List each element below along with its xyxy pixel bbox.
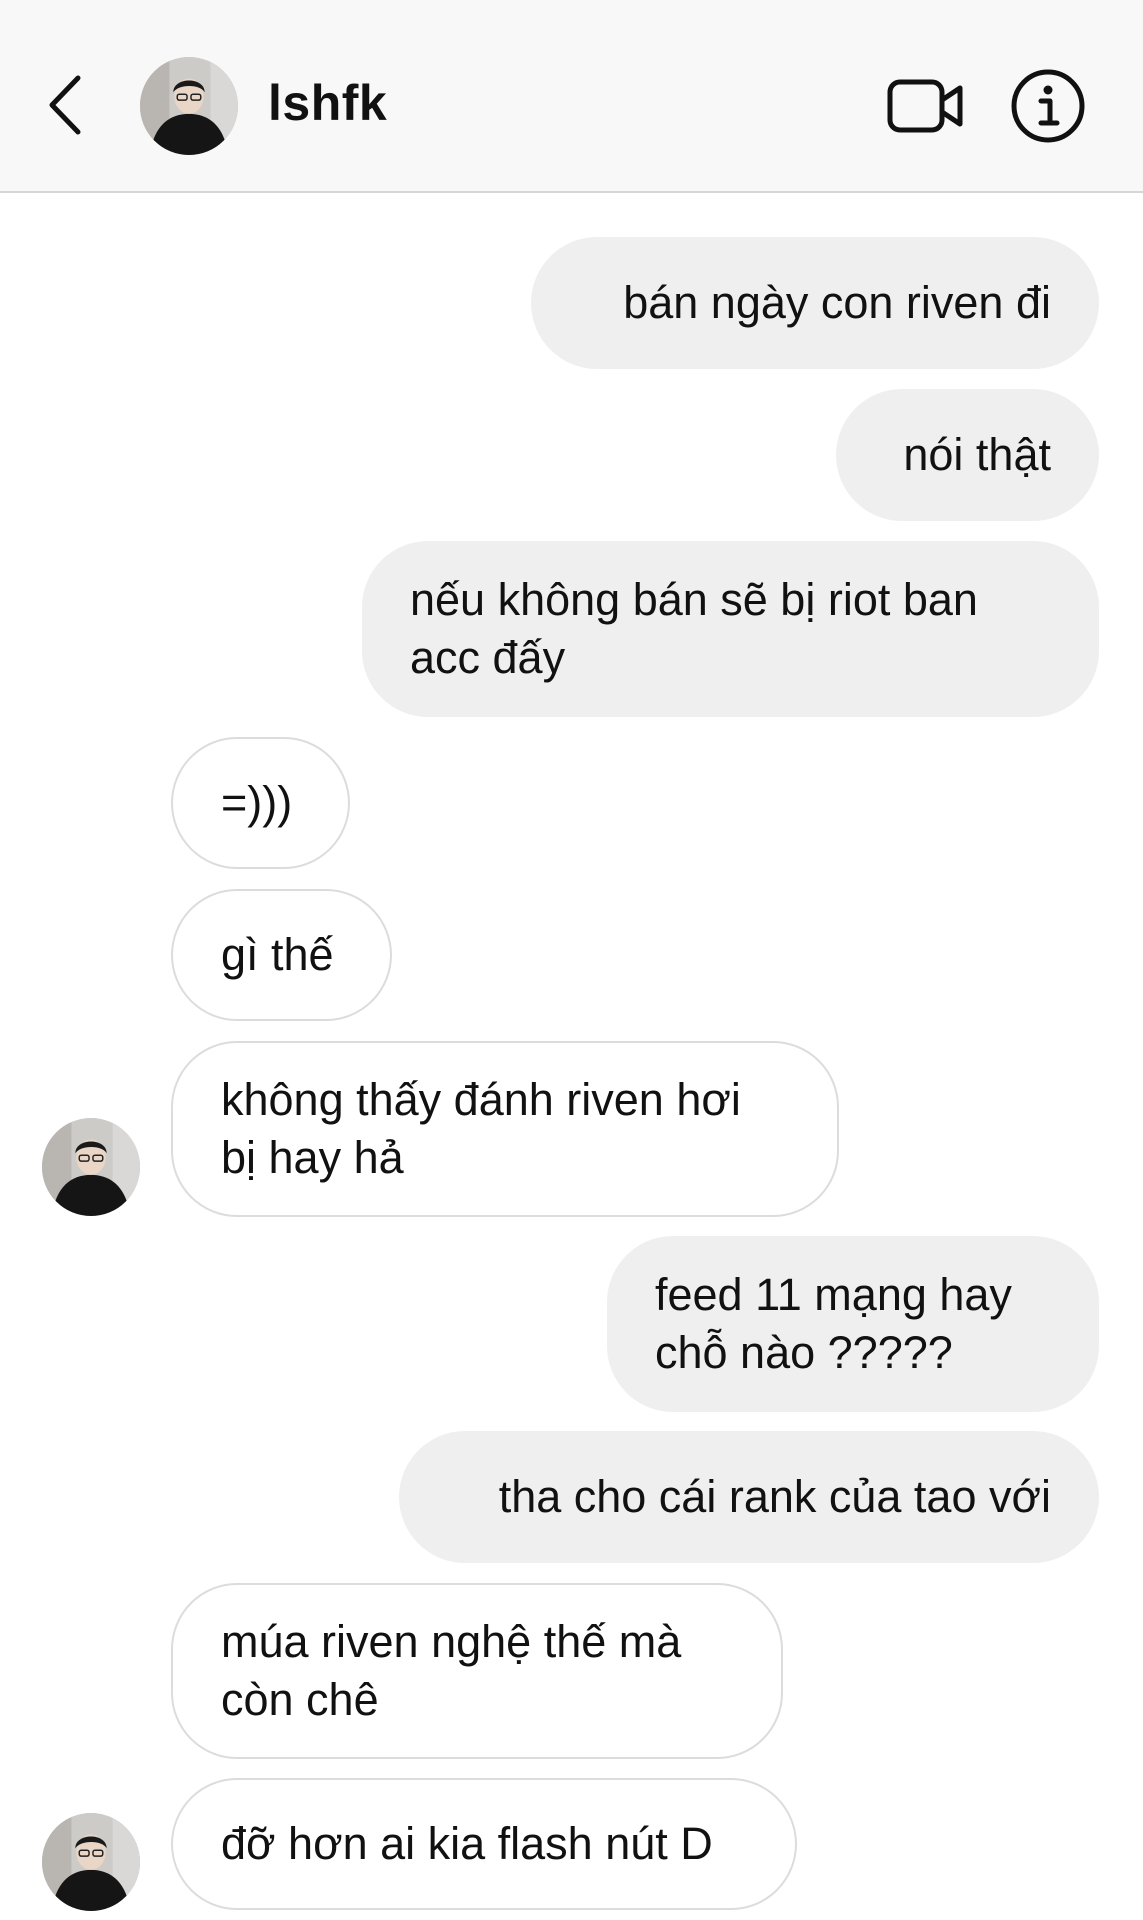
message-text: đỡ hơn ai kia flash nút D [221,1818,713,1869]
chat-header: lshfk [0,0,1143,193]
message-bubble-received[interactable]: không thấy đánh riven hơi bị hay hả [171,1041,839,1217]
info-icon [1011,69,1085,143]
message-bubble-received[interactable]: múa riven nghệ thế mà còn chê [171,1583,783,1759]
message-bubble-sent[interactable]: nếu không bán sẽ bị riot ban acc đấy [362,541,1099,717]
video-call-button[interactable] [886,76,966,136]
message-text: =))) [221,777,293,828]
message-bubble-received[interactable]: gì thế [171,889,392,1021]
message-text: nếu không bán sẽ bị riot ban acc đấy [410,574,978,683]
message-bubble-sent[interactable]: feed 11 mạng hay chỗ nào ????? [607,1236,1099,1412]
sender-avatar[interactable] [42,1118,140,1216]
video-camera-icon [887,79,963,133]
message-text: bán ngày con riven đi [623,277,1051,328]
message-text: không thấy đánh riven hơi bị hay hả [221,1074,741,1183]
message-bubble-sent[interactable]: bán ngày con riven đi [531,237,1099,369]
message-text: feed 11 mạng hay chỗ nào ????? [655,1269,1012,1378]
sender-avatar[interactable] [42,1813,140,1911]
message-text: tha cho cái rank của tao với [498,1471,1051,1522]
message-bubble-sent[interactable]: nói thật [836,389,1099,521]
contact-name[interactable]: lshfk [268,76,387,131]
message-text: múa riven nghệ thế mà còn chê [221,1616,682,1725]
message-bubble-received[interactable]: đỡ hơn ai kia flash nút D [171,1778,797,1910]
message-text: nói thật [903,429,1051,480]
contact-avatar[interactable] [140,57,238,155]
chevron-left-icon [49,75,81,135]
back-button[interactable] [40,70,90,140]
message-bubble-sent[interactable]: tha cho cái rank của tao với [399,1431,1099,1563]
conversation-info-button[interactable] [1010,68,1086,144]
message-bubble-received[interactable]: =))) [171,737,350,869]
message-text: gì thế [221,929,334,980]
